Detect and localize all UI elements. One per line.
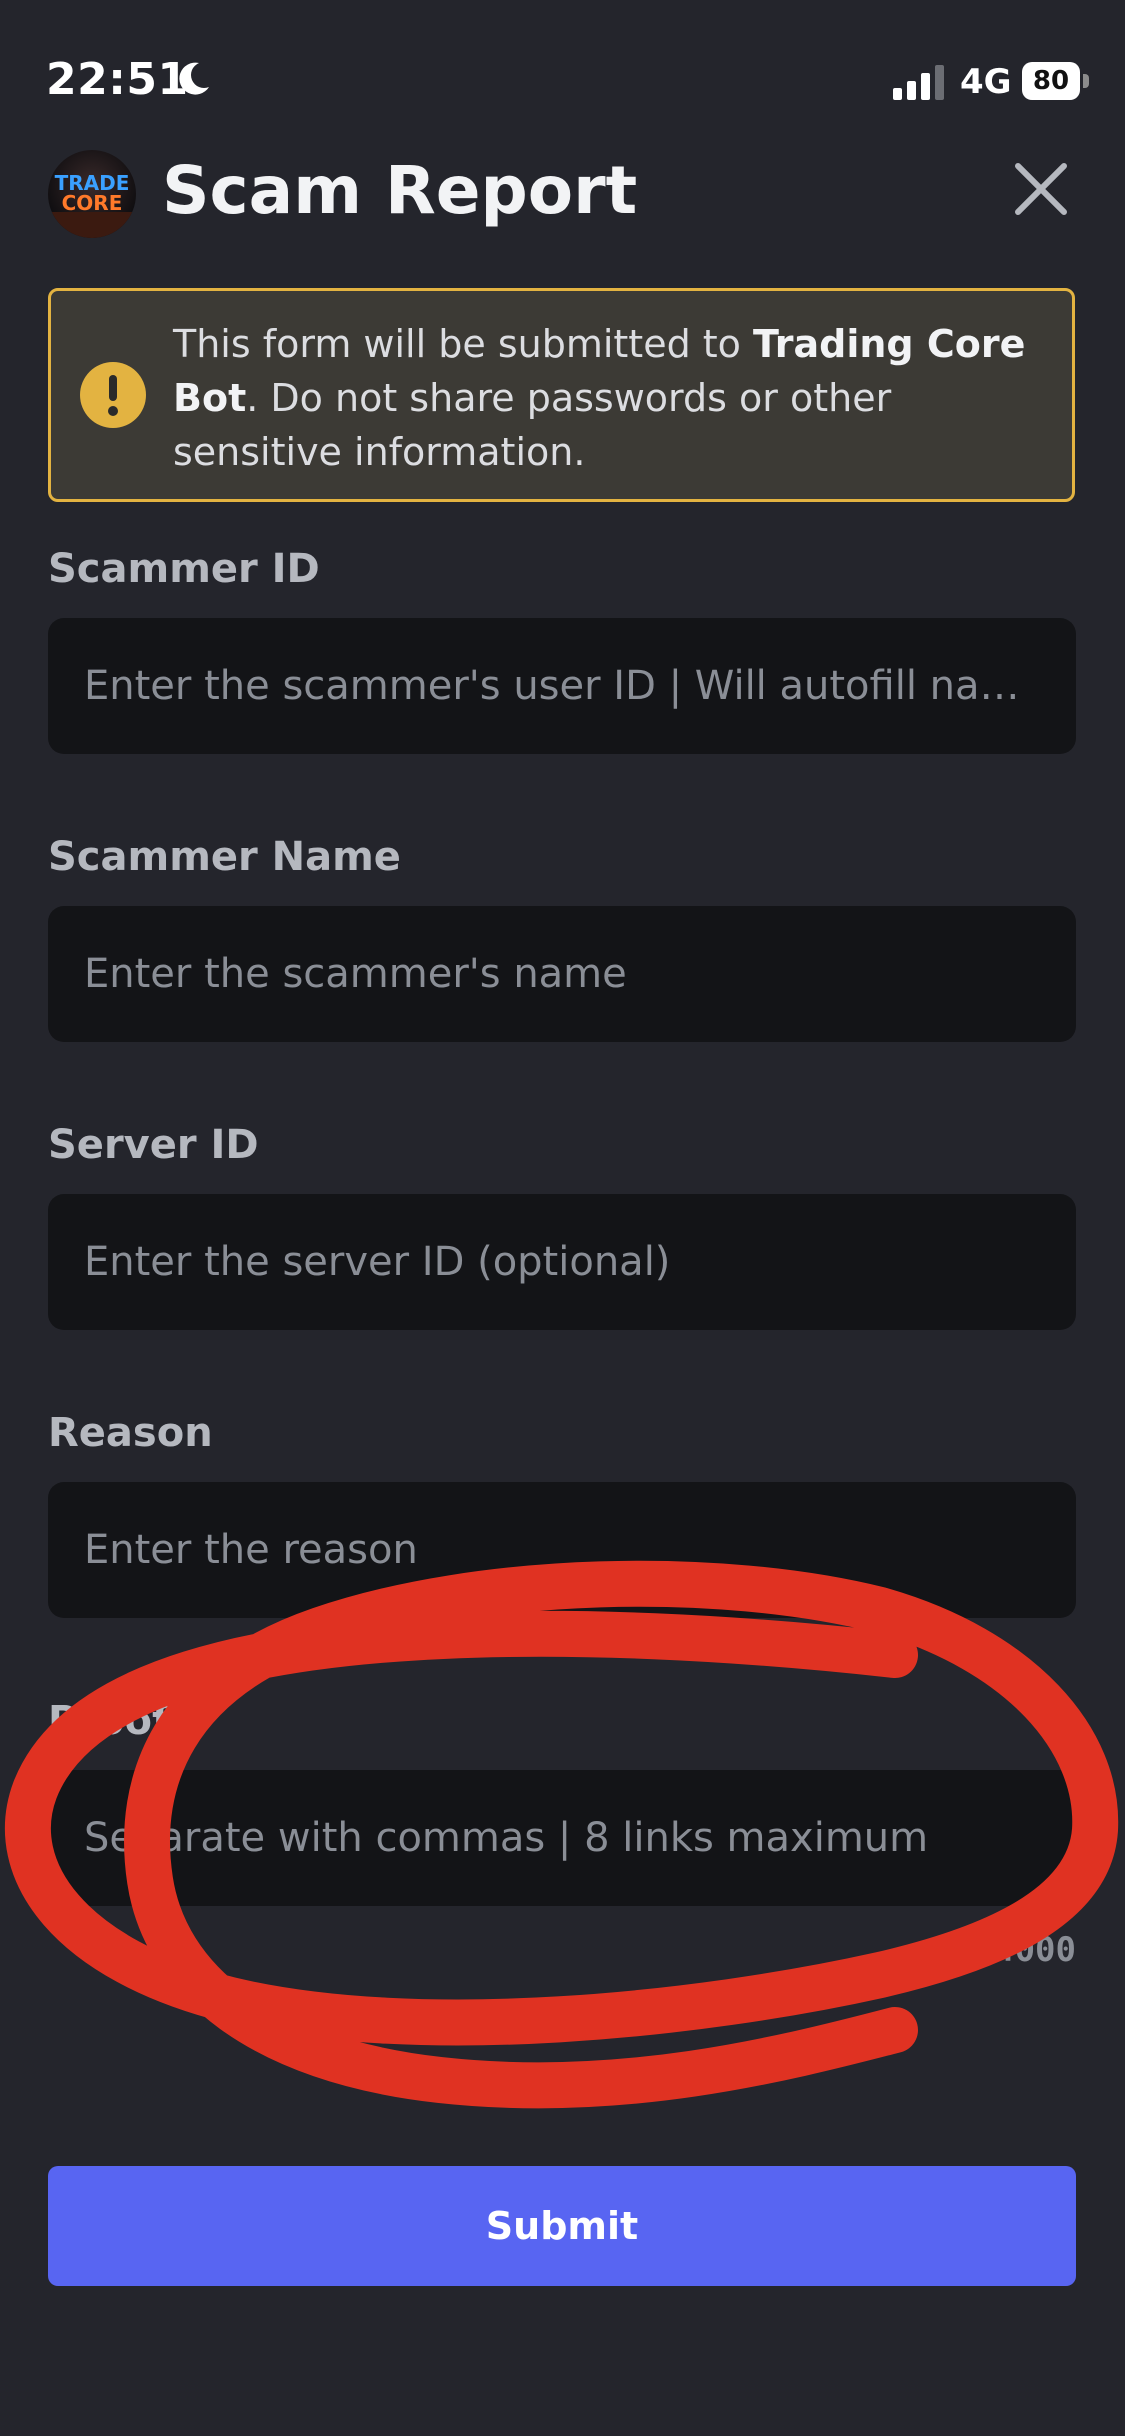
proof-placeholder: Separate with commas | 8 links maximum bbox=[84, 1815, 929, 1861]
network-type: 4G bbox=[960, 62, 1012, 102]
bot-avatar: TRADE CORE bbox=[48, 150, 136, 238]
warning-icon bbox=[80, 362, 146, 428]
scammer-id-input[interactable]: Enter the scammer's user ID | Will autof… bbox=[48, 618, 1076, 754]
server-id-input[interactable]: Enter the server ID (optional) bbox=[48, 1194, 1076, 1330]
modal-header: TRADE CORE Scam Report bbox=[0, 140, 1125, 250]
reason-input[interactable]: Enter the reason bbox=[48, 1482, 1076, 1618]
submit-button[interactable]: Submit bbox=[48, 2166, 1076, 2286]
scammer-name-input[interactable]: Enter the scammer's name bbox=[48, 906, 1076, 1042]
signal-icon bbox=[893, 65, 944, 100]
scammer-name-label: Scammer Name bbox=[48, 834, 401, 880]
moon-icon bbox=[179, 62, 209, 95]
security-notice: This form will be submitted to Trading C… bbox=[48, 288, 1075, 502]
scammer-id-placeholder: Enter the scammer's user ID | Will autof… bbox=[84, 663, 1040, 709]
proof-input[interactable]: Separate with commas | 8 links maximum bbox=[48, 1770, 1076, 1906]
close-icon[interactable] bbox=[1010, 158, 1072, 220]
battery-icon: 80 bbox=[1022, 62, 1090, 100]
notice-text-after: . Do not share passwords or other sensit… bbox=[173, 376, 892, 474]
scammer-id-label: Scammer ID bbox=[48, 546, 320, 592]
reason-label: Reason bbox=[48, 1410, 213, 1456]
notice-text: This form will be submitted to Trading C… bbox=[173, 317, 1053, 479]
server-id-label: Server ID bbox=[48, 1122, 259, 1168]
server-id-placeholder: Enter the server ID (optional) bbox=[84, 1239, 671, 1285]
proof-char-counter: 4000 bbox=[994, 1930, 1076, 1970]
notice-text-before: This form will be submitted to bbox=[173, 322, 754, 366]
reason-placeholder: Enter the reason bbox=[84, 1527, 418, 1573]
proof-label: Proof bbox=[48, 1698, 170, 1744]
scammer-name-placeholder: Enter the scammer's name bbox=[84, 951, 627, 997]
avatar-text-bottom: CORE bbox=[62, 191, 123, 215]
page-title: Scam Report bbox=[162, 152, 638, 229]
status-time: 22:51 bbox=[46, 54, 189, 105]
status-bar: 22:51 4G 80 bbox=[0, 0, 1125, 150]
battery-level: 80 bbox=[1022, 62, 1080, 100]
